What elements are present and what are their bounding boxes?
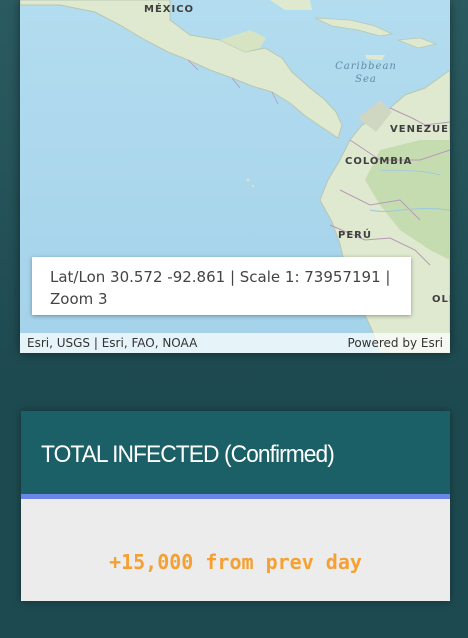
- powered-by-esri-link[interactable]: Powered by Esri: [348, 335, 443, 351]
- coordinates-text: Lat/Lon 30.572 -92.861 | Scale 1: 739571…: [50, 268, 391, 308]
- coordinates-readout: Lat/Lon 30.572 -92.861 | Scale 1: 739571…: [32, 257, 411, 315]
- stat-card-header: TOTAL INFECTED (Confirmed): [21, 411, 450, 494]
- map-label-venezuela: VENEZUEL: [390, 124, 450, 135]
- total-infected-card: TOTAL INFECTED (Confirmed) +15,000 from …: [21, 411, 450, 601]
- stat-card-body: +15,000 from prev day: [21, 499, 450, 601]
- map-label-mexico: MÉXICO: [144, 4, 195, 15]
- map-label-peru: PERÚ: [338, 230, 372, 241]
- map-label-colombia: COLOMBIA: [345, 156, 413, 167]
- attribution-sources[interactable]: Esri, USGS | Esri, FAO, NOAA: [27, 336, 197, 350]
- stat-card-title: TOTAL INFECTED (Confirmed): [41, 441, 335, 468]
- daily-change-text: +15,000 from prev day: [109, 550, 362, 574]
- map-label-bolivia: OLI: [432, 294, 450, 305]
- map-label-caribbean-sea: Caribbean Sea: [335, 61, 397, 85]
- map-attribution: Esri, USGS | Esri, FAO, NOAA Powered by …: [20, 333, 450, 353]
